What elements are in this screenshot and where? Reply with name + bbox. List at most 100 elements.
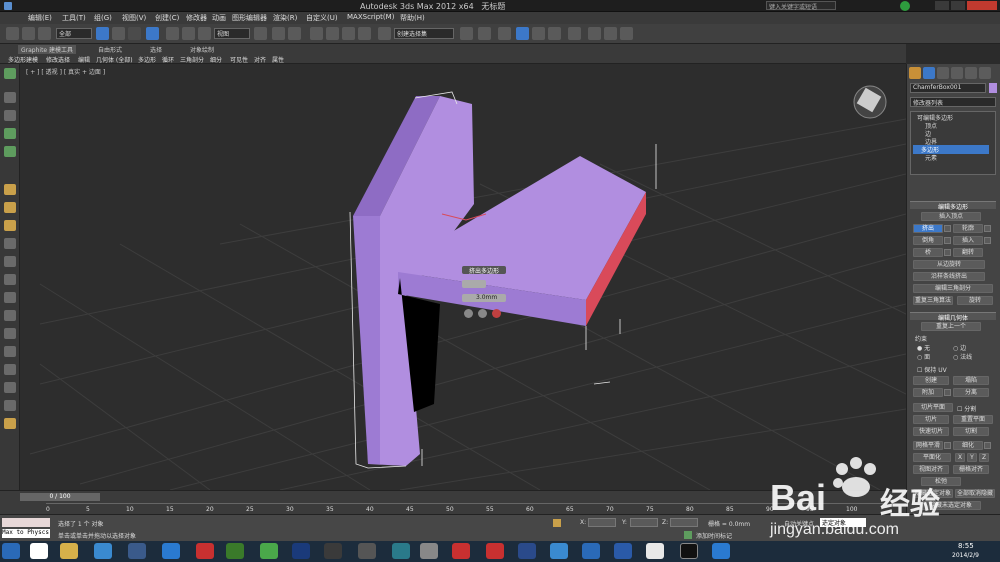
- mirror-icon[interactable]: [460, 27, 473, 40]
- perspective-viewport[interactable]: [ + ] [ 透视 ] [ 真实 + 边面 ] 挤出多边形 3.0mm: [20, 64, 906, 490]
- graphite-toggle-icon[interactable]: [516, 27, 529, 40]
- cmd-icon[interactable]: [680, 543, 698, 559]
- edit-named-sel-icon[interactable]: [378, 27, 391, 40]
- angle-snap-icon[interactable]: [326, 27, 339, 40]
- help-icon[interactable]: [900, 1, 910, 11]
- create-button[interactable]: 创建: [913, 376, 949, 385]
- ribbon-align[interactable]: 对齐: [254, 55, 266, 64]
- y-coord-field[interactable]: [630, 518, 658, 527]
- tab-freeform[interactable]: 自由形式: [98, 45, 122, 54]
- tool-icon-13[interactable]: [4, 310, 16, 321]
- ie2-icon[interactable]: [712, 543, 730, 559]
- add-time-tag-label[interactable]: 添加时间标记: [696, 531, 732, 540]
- quickslice-button[interactable]: 快速切片: [913, 427, 949, 436]
- hinge-button[interactable]: 从边旋转: [913, 260, 985, 269]
- tool-icon-1[interactable]: [4, 68, 16, 79]
- 3dsmax-icon[interactable]: [324, 543, 342, 559]
- tool-icon-11[interactable]: [4, 274, 16, 285]
- ribbon-edit[interactable]: 编辑: [78, 55, 90, 64]
- rotate-icon[interactable]: [182, 27, 195, 40]
- clock-date[interactable]: 2014/2/9: [952, 552, 979, 559]
- dreamweaver-icon[interactable]: [226, 543, 244, 559]
- selection-filter-dropdown[interactable]: 全部: [56, 28, 92, 39]
- manipulate-icon[interactable]: [272, 27, 285, 40]
- menu-graph-editors[interactable]: 图形编辑器: [232, 13, 267, 23]
- clock-time[interactable]: 8:55: [958, 542, 974, 550]
- app-icon[interactable]: [128, 543, 146, 559]
- create-tab-icon[interactable]: [909, 67, 921, 79]
- display-tab-icon[interactable]: [965, 67, 977, 79]
- constraint-none-radio[interactable]: ● 无: [917, 343, 930, 352]
- reset-plane-button[interactable]: 重置平面: [953, 415, 993, 424]
- scale-icon[interactable]: [198, 27, 211, 40]
- flip-button[interactable]: 翻转: [953, 248, 983, 257]
- constraint-face-radio[interactable]: ○ 面: [917, 352, 930, 361]
- rendered-frame-icon[interactable]: [604, 27, 617, 40]
- photoshop-icon[interactable]: [292, 543, 310, 559]
- turn-button[interactable]: 旋转: [957, 296, 993, 305]
- modify-tab-icon[interactable]: [923, 67, 935, 79]
- curve-editor-icon[interactable]: [532, 27, 545, 40]
- tool-icon-12[interactable]: [4, 292, 16, 303]
- media2-icon[interactable]: [582, 543, 600, 559]
- tool-icon-15[interactable]: [4, 346, 16, 357]
- maximize-button[interactable]: [951, 1, 965, 10]
- spinner-snap-icon[interactable]: [358, 27, 371, 40]
- tool-icon-9[interactable]: [4, 238, 16, 249]
- menu-rendering[interactable]: 渲染(R): [273, 13, 297, 23]
- ribbon-tris[interactable]: 三角剖分: [180, 55, 204, 64]
- tool-icon-7[interactable]: [4, 202, 16, 213]
- ribbon-polygons[interactable]: 多边形: [138, 55, 156, 64]
- ref-coord-dropdown[interactable]: 视图: [214, 28, 250, 39]
- cut-button[interactable]: 切割: [953, 427, 989, 436]
- inset-button[interactable]: 插入: [953, 236, 983, 245]
- utilities-tab-icon[interactable]: [979, 67, 991, 79]
- outline-settings-icon[interactable]: [984, 225, 991, 232]
- slice-button[interactable]: 切片: [913, 415, 949, 424]
- tab-object-paint[interactable]: 对象绘制: [190, 45, 214, 54]
- x-coord-field[interactable]: [588, 518, 616, 527]
- window-crossing-icon[interactable]: [146, 27, 159, 40]
- object-name-field[interactable]: ChamferBox001: [910, 83, 986, 93]
- tab-selection[interactable]: 选择: [150, 45, 162, 54]
- lock-selection-icon[interactable]: [553, 519, 561, 527]
- hierarchy-tab-icon[interactable]: [937, 67, 949, 79]
- select-object-icon[interactable]: [96, 27, 109, 40]
- menu-edit[interactable]: 编辑(E): [28, 13, 52, 23]
- attach-button[interactable]: 附加: [913, 388, 943, 397]
- edit-triangulation-button[interactable]: 编辑三角剖分: [913, 284, 993, 293]
- snap-icon[interactable]: [310, 27, 323, 40]
- inset-settings-icon[interactable]: [984, 237, 991, 244]
- tool-icon-3[interactable]: [4, 110, 16, 121]
- extrude-settings-icon[interactable]: [944, 225, 951, 232]
- tool-icon-8[interactable]: [4, 220, 16, 231]
- link-icon[interactable]: [22, 27, 35, 40]
- insert-vertex-button[interactable]: 插入顶点: [921, 212, 981, 221]
- tool-icon-10[interactable]: [4, 256, 16, 267]
- edit-geometry-rollout[interactable]: 编辑几何体: [910, 312, 996, 322]
- tessellate-button[interactable]: 细化: [953, 441, 983, 450]
- qq-icon[interactable]: [30, 543, 48, 559]
- ribbon-visibility[interactable]: 可见性: [230, 55, 248, 64]
- rf-icon[interactable]: [452, 543, 470, 559]
- bevel-button[interactable]: 倒角: [913, 236, 943, 245]
- material-editor-icon[interactable]: [568, 27, 581, 40]
- menu-group[interactable]: 组(G): [94, 13, 112, 23]
- align-icon[interactable]: [478, 27, 491, 40]
- menu-create[interactable]: 创建(C): [155, 13, 179, 23]
- maxscript-listener-pink[interactable]: [2, 518, 50, 527]
- repeat-last-button[interactable]: 重复上一个: [921, 322, 981, 331]
- collapse-button[interactable]: 塌陷: [953, 376, 989, 385]
- app-logo-icon[interactable]: [4, 2, 12, 10]
- maxscript-listener[interactable]: Max to Physcs: [2, 529, 50, 538]
- bevel-settings-icon[interactable]: [944, 237, 951, 244]
- z-coord-field[interactable]: [670, 518, 698, 527]
- flash-icon[interactable]: [196, 543, 214, 559]
- tool-icon-6[interactable]: [4, 184, 16, 195]
- media-icon[interactable]: [550, 543, 568, 559]
- bridge-settings-icon[interactable]: [944, 249, 951, 256]
- caddy-type-dropdown[interactable]: [462, 280, 486, 288]
- word-icon[interactable]: [614, 543, 632, 559]
- search-input[interactable]: 键入关键字或短语: [766, 1, 836, 11]
- ribbon-modify-selection[interactable]: 修改选择: [46, 55, 70, 64]
